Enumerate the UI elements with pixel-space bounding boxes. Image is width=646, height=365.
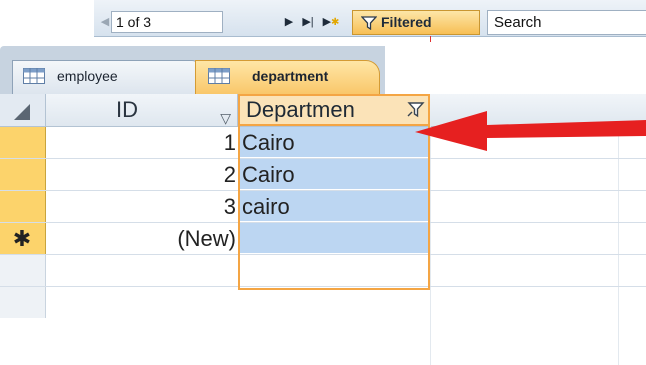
cell-department[interactable]: Cairo	[240, 127, 428, 158]
row-selector[interactable]: ✱	[0, 223, 46, 254]
annotation-arrow-icon	[415, 111, 646, 151]
last-record-icon[interactable]: ▶|	[299, 11, 317, 33]
row-selector	[0, 287, 46, 318]
table-row[interactable]: 3 cairo	[0, 191, 646, 223]
row-selector[interactable]	[0, 191, 46, 222]
table-icon	[23, 68, 45, 84]
filter-funnel-icon	[361, 16, 377, 30]
filtered-label: Filtered	[381, 14, 432, 30]
column-header-department[interactable]: Departmen	[238, 94, 430, 126]
select-all-icon	[14, 104, 30, 120]
new-record-marker-icon: ✱	[12, 226, 32, 251]
cell-id[interactable]: 1	[46, 127, 236, 158]
tab-department-label: department	[252, 68, 329, 84]
row-selector	[0, 255, 46, 286]
filtered-toggle-button[interactable]: Filtered	[352, 10, 480, 35]
record-navigation-bar: ◀ 1 of 3 ▶ ▶| ▶✱ Filtered Search	[94, 0, 646, 37]
row-selector[interactable]	[0, 127, 46, 158]
tab-employee-label: employee	[57, 68, 118, 84]
new-record-row[interactable]: ✱ (New)	[0, 223, 646, 255]
new-record-icon[interactable]: ▶✱	[318, 11, 344, 33]
column-header-department-label: Departmen	[246, 97, 355, 122]
cell-id[interactable]: 3	[46, 191, 236, 222]
empty-row	[0, 287, 646, 318]
row-selector[interactable]	[0, 159, 46, 190]
current-record-field[interactable]: 1 of 3	[111, 11, 223, 33]
column-header-id[interactable]: ID ▽	[46, 94, 238, 126]
empty-row	[0, 255, 646, 287]
cell-department[interactable]: cairo	[240, 191, 428, 222]
column-header-id-label: ID	[116, 97, 138, 122]
tab-department[interactable]: department	[195, 60, 380, 94]
cell-department-new[interactable]	[240, 223, 428, 254]
annotation-mark	[430, 36, 431, 42]
document-tab-strip: employee department	[0, 44, 646, 94]
tab-employee[interactable]: employee	[12, 60, 200, 94]
table-row[interactable]: 2 Cairo	[0, 159, 646, 191]
cell-id-new[interactable]: (New)	[46, 223, 236, 254]
table-icon	[208, 68, 230, 84]
select-all-button[interactable]	[0, 94, 46, 126]
next-record-icon[interactable]: ▶	[280, 11, 298, 33]
cell-id[interactable]: 2	[46, 159, 236, 190]
search-input[interactable]: Search	[487, 10, 646, 35]
cell-department[interactable]: Cairo	[240, 159, 428, 190]
